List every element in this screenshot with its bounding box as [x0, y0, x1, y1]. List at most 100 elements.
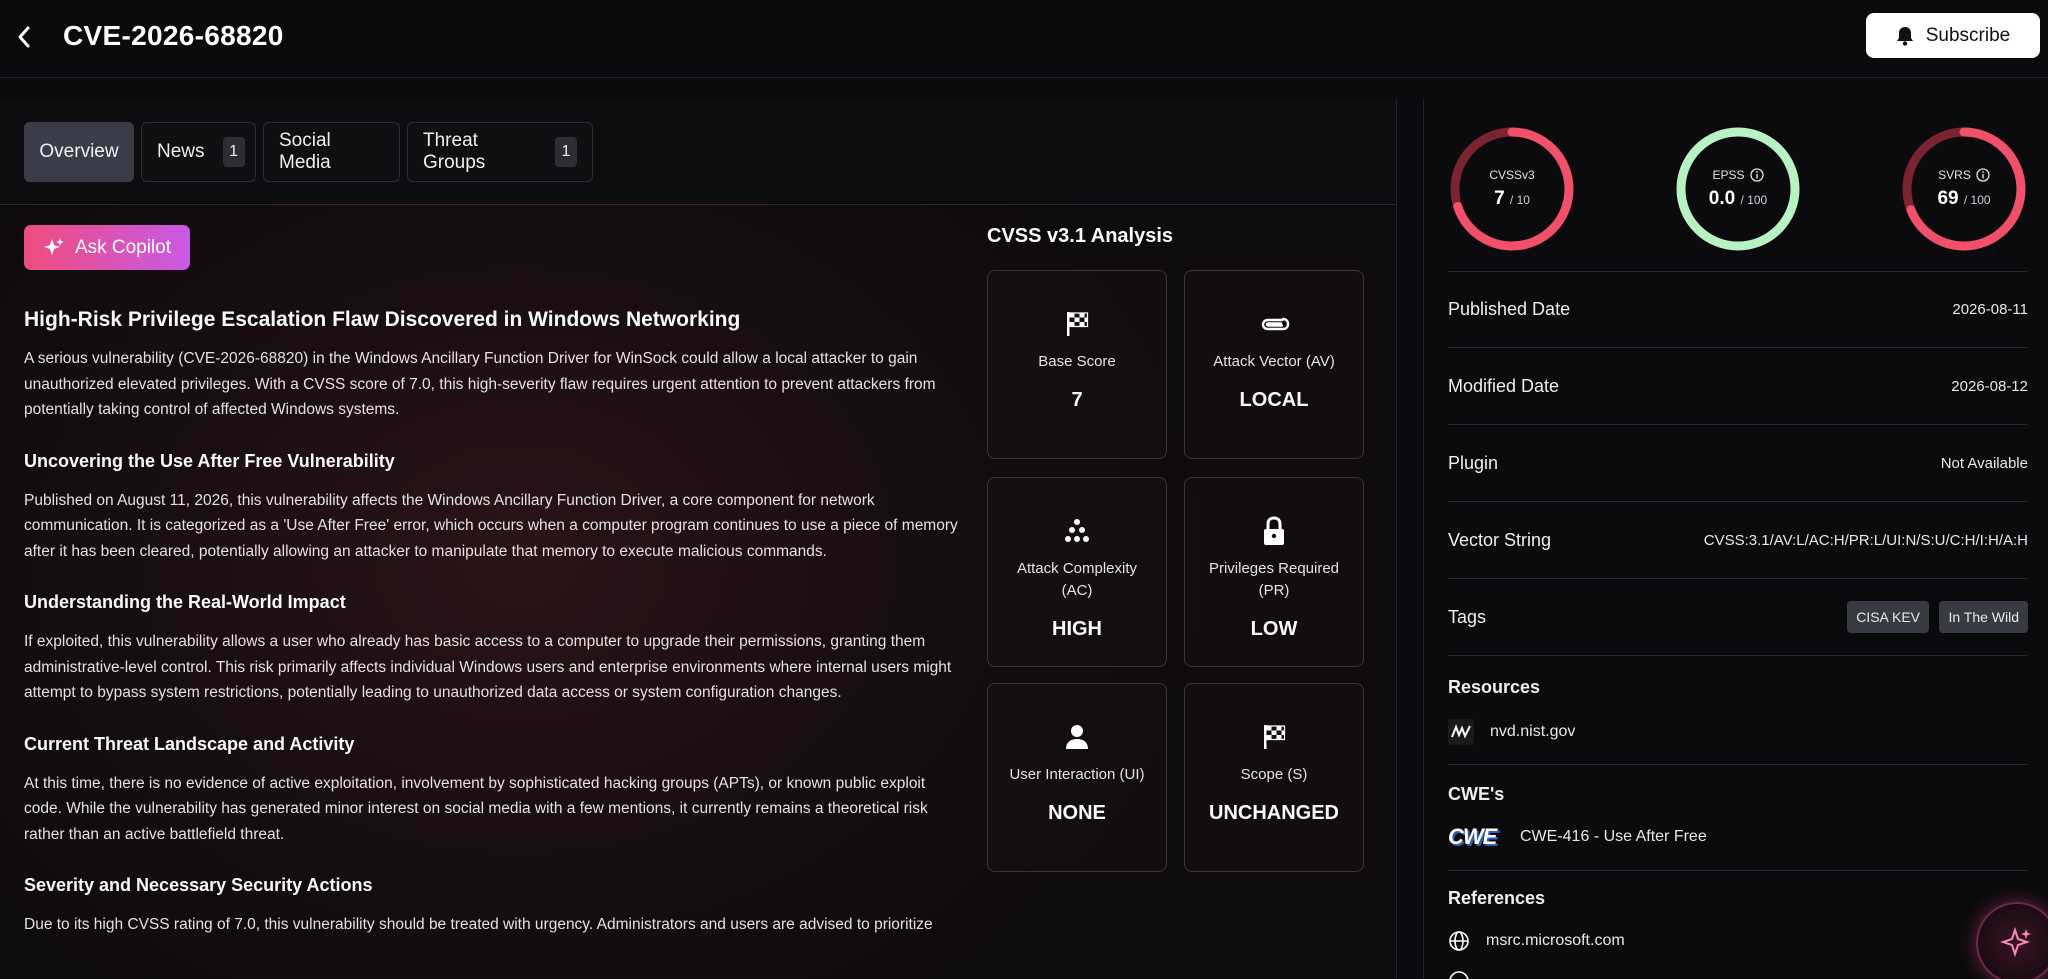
cvss-analysis-heading: CVSS v3.1 Analysis: [987, 225, 1174, 247]
section-body: Due to its high CVSS rating of 7.0, this…: [24, 916, 933, 933]
plugin-row: Plugin Not Available: [1448, 426, 2028, 502]
gauge-value: 69: [1937, 188, 1959, 209]
tab-label: Threat Groups: [423, 130, 486, 173]
modified-date-label: Modified Date: [1448, 376, 1560, 396]
gauge-name: CVSSv3: [1489, 168, 1535, 182]
tab-threat-groups[interactable]: Threat Groups 1: [407, 122, 593, 182]
reference-link[interactable]: msrc.microsoft.com: [1448, 930, 1625, 952]
user-icon: [1065, 722, 1089, 752]
gauge-max: / 100: [1740, 193, 1768, 207]
back-button[interactable]: [12, 22, 36, 52]
article-title: High-Risk Privilege Escalation Flaw Disc…: [24, 308, 741, 331]
metric-card-attack-vector: Attack Vector (AV) LOCAL: [1184, 270, 1364, 459]
divider: [1448, 870, 2028, 871]
tab-label: Social Media: [279, 130, 331, 173]
reference-link-partial[interactable]: [1448, 970, 1470, 979]
cwe-title: CWE's: [1448, 784, 1505, 804]
metric-value: 7: [1071, 389, 1083, 411]
metric-value: UNCHANGED: [1209, 802, 1339, 824]
globe-icon: [1449, 931, 1469, 951]
tag-badge[interactable]: In The Wild: [1939, 600, 2028, 633]
modified-date-row: Modified Date 2026-08-12: [1448, 349, 2028, 425]
gauge-value: 7: [1494, 188, 1505, 209]
gauge-max: / 10: [1509, 193, 1530, 207]
article: High-Risk Privilege Escalation Flaw Disc…: [24, 308, 964, 938]
metric-value: NONE: [1048, 802, 1106, 824]
chevron-left-icon: [18, 26, 30, 48]
checkered-flag-icon: [1262, 722, 1286, 752]
sparkle-icon: [43, 237, 64, 255]
metric-label: Attack Complexity (AC): [1016, 560, 1138, 599]
subscribe-label: Subscribe: [1925, 24, 2011, 46]
metric-label: Privileges Required (PR): [1208, 560, 1340, 599]
metric-label: Attack Vector (AV): [1213, 353, 1335, 370]
lock-icon: [1262, 516, 1286, 546]
info-icon[interactable]: [1749, 168, 1764, 182]
published-date-label: Published Date: [1448, 299, 1571, 319]
section-body: At this time, there is no evidence of ac…: [24, 774, 928, 843]
tab-news[interactable]: News 1: [141, 122, 256, 182]
tab-overview[interactable]: Overview: [24, 122, 134, 182]
plugin-label: Plugin: [1448, 453, 1499, 473]
tags-list: CISA KEV In The Wild: [1841, 600, 2028, 633]
copilot-fab-button[interactable]: [1976, 902, 2048, 979]
resources-title: Resources: [1448, 677, 1541, 697]
section-heading: Understanding the Real-World Impact: [24, 592, 346, 612]
metric-label: Base Score: [1038, 353, 1116, 370]
side-panel: CVSSv3 7 / 10 EPSS 0.0 / 100 SVRS 69 / 1…: [1423, 100, 2048, 979]
tags-label: Tags: [1448, 607, 1487, 627]
metric-label: User Interaction (UI): [1009, 766, 1145, 783]
globe-icon: [1449, 971, 1469, 979]
article-intro: A serious vulnerability (CVE-2026-68820)…: [24, 350, 936, 418]
dots-cluster-icon: [1064, 516, 1090, 546]
gauge-value: 0.0: [1708, 188, 1736, 209]
tags-row: Tags CISA KEV In The Wild: [1448, 580, 2028, 656]
bell-icon: [1896, 26, 1913, 46]
gauge-svrs: SVRS 69 / 100: [1899, 124, 2029, 254]
resource-link-text[interactable]: nvd.nist.gov: [1490, 723, 1575, 741]
tab-count-badge: 1: [222, 137, 245, 167]
modified-date-value: 2026-08-12: [1951, 378, 2028, 395]
tab-label: News: [157, 141, 205, 162]
nvd-logo-icon: [1448, 719, 1474, 745]
ask-copilot-button[interactable]: Ask Copilot: [24, 225, 190, 270]
metric-value: LOW: [1250, 618, 1298, 640]
subscribe-button[interactable]: Subscribe: [1866, 13, 2040, 58]
published-date-value: 2026-08-11: [1952, 301, 2028, 318]
metric-label: Scope (S): [1240, 766, 1308, 783]
gauge-cvssv3: CVSSv3 7 / 10: [1447, 124, 1577, 254]
metric-card-base-score: Base Score 7: [987, 270, 1167, 459]
metric-card-attack-complexity: Attack Complexity (AC) HIGH: [987, 477, 1167, 667]
vector-string-value[interactable]: CVSS:3.1/AV:L/AC:H/PR:L/UI:N/S:U/C:H/I:H…: [1704, 532, 2028, 549]
gauge-name: EPSS: [1712, 168, 1745, 182]
main-panel: Overview News 1 Social Media Threat Grou…: [0, 100, 1397, 979]
info-icon[interactable]: [1976, 168, 1990, 182]
vector-string-label: Vector String: [1448, 530, 1552, 550]
page-title: CVE-2026-68820: [63, 20, 284, 51]
section-heading: Current Threat Landscape and Activity: [24, 733, 355, 754]
paperclip-icon: [1258, 309, 1290, 339]
metric-card-scope: Scope (S) UNCHANGED: [1184, 683, 1364, 872]
tab-social-media[interactable]: Social Media: [263, 122, 400, 182]
metric-value: LOCAL: [1239, 389, 1309, 411]
cwe-item-text[interactable]: CWE-416 - Use After Free: [1520, 828, 1707, 846]
divider: [1448, 764, 2028, 765]
cwe-item[interactable]: CWE CWE-416 - Use After Free: [1448, 824, 1707, 850]
section-body: If exploited, this vulnerability allows …: [24, 633, 952, 701]
tag-badge[interactable]: CISA KEV: [1847, 600, 1929, 633]
tab-count-badge: 1: [555, 137, 577, 167]
top-bar: CVE-2026-68820 Subscribe: [0, 0, 2048, 78]
metric-card-user-interaction: User Interaction (UI) NONE: [987, 683, 1167, 872]
gauge-epss: EPSS 0.0 / 100: [1673, 124, 1803, 254]
gauge-name: SVRS: [1938, 168, 1971, 182]
plugin-value: Not Available: [1940, 455, 2028, 472]
checkered-flag-icon: [1065, 309, 1089, 339]
section-body: Published on August 11, 2026, this vulne…: [24, 491, 958, 560]
cwe-logo: CWE: [1448, 824, 1497, 849]
gauge-max: / 100: [1963, 193, 1991, 207]
resource-link[interactable]: nvd.nist.gov: [1448, 719, 1575, 745]
reference-link-text[interactable]: msrc.microsoft.com: [1486, 932, 1625, 950]
metric-value: HIGH: [1052, 618, 1102, 640]
section-heading: Uncovering the Use After Free Vulnerabil…: [24, 450, 395, 471]
vector-string-row: Vector String CVSS:3.1/AV:L/AC:H/PR:L/UI…: [1448, 503, 2028, 579]
